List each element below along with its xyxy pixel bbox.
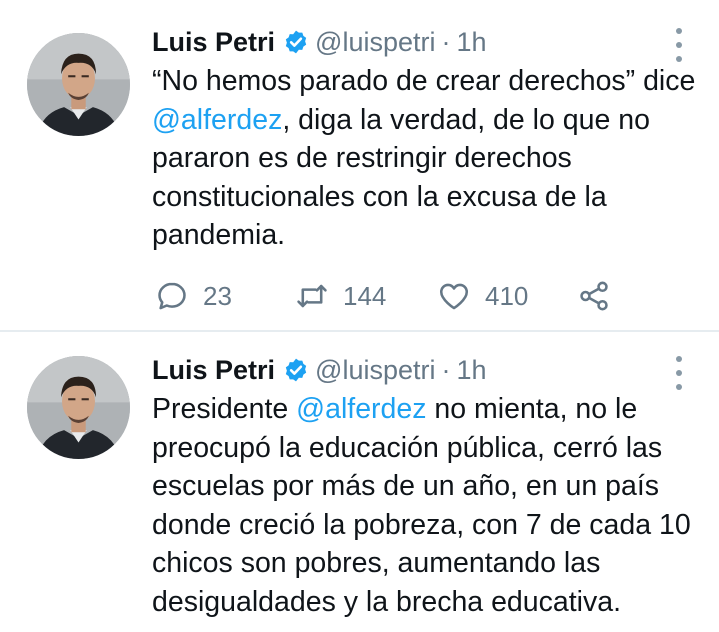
- mention-link[interactable]: @alferdez: [152, 104, 282, 136]
- avatar-photo: [27, 356, 130, 459]
- tweet-text: “No hemos parado de crear derechos” dice…: [152, 62, 697, 255]
- tweet-text-part: Presidente: [152, 393, 297, 425]
- verified-badge-icon: [283, 357, 309, 383]
- tweet[interactable]: Luis Petri @luispetri · 1h “No hemos par…: [0, 0, 719, 332]
- timestamp[interactable]: 1h: [456, 27, 486, 58]
- share-icon: [580, 281, 608, 311]
- timestamp[interactable]: 1h: [456, 355, 486, 386]
- separator-dot: ·: [441, 26, 451, 57]
- tweet[interactable]: Luis Petri @luispetri · 1h Presidente @a…: [0, 332, 719, 632]
- author-handle[interactable]: @luispetri: [315, 27, 435, 58]
- tweet-text: Presidente @alferdez no mienta, no le pr…: [152, 390, 697, 621]
- author-name[interactable]: Luis Petri: [152, 355, 275, 386]
- separator-dot: ·: [441, 354, 451, 385]
- like-count: 410: [485, 280, 529, 311]
- author-name[interactable]: Luis Petri: [152, 27, 275, 58]
- reply-count: 23: [203, 280, 232, 311]
- mention-link[interactable]: @alferdez: [296, 393, 426, 425]
- tweet-header: Luis Petri @luispetri · 1h: [152, 350, 487, 390]
- like-button[interactable]: 410: [437, 276, 528, 316]
- retweet-count: 144: [343, 280, 387, 311]
- verified-badge-icon: [283, 29, 309, 55]
- reply-button[interactable]: 23: [155, 276, 232, 316]
- tweet-text-part: no mienta, no le preocupó la educación p…: [152, 393, 691, 618]
- share-button[interactable]: [577, 276, 611, 316]
- retweet-button[interactable]: 144: [295, 276, 386, 316]
- tweet-actions: 23 144 410: [155, 276, 655, 316]
- more-vertical-icon[interactable]: [670, 356, 688, 390]
- tweet-header: Luis Petri @luispetri · 1h: [152, 22, 487, 62]
- reply-icon: [158, 282, 186, 310]
- heart-icon: [439, 283, 469, 310]
- more-vertical-icon[interactable]: [670, 28, 688, 62]
- avatar-photo: [27, 33, 130, 136]
- tweet-text-part: “No hemos parado de crear derechos” dice: [152, 65, 696, 97]
- author-handle[interactable]: @luispetri: [315, 355, 435, 386]
- avatar[interactable]: [27, 356, 130, 459]
- retweet-icon: [297, 284, 327, 308]
- avatar[interactable]: [27, 33, 130, 136]
